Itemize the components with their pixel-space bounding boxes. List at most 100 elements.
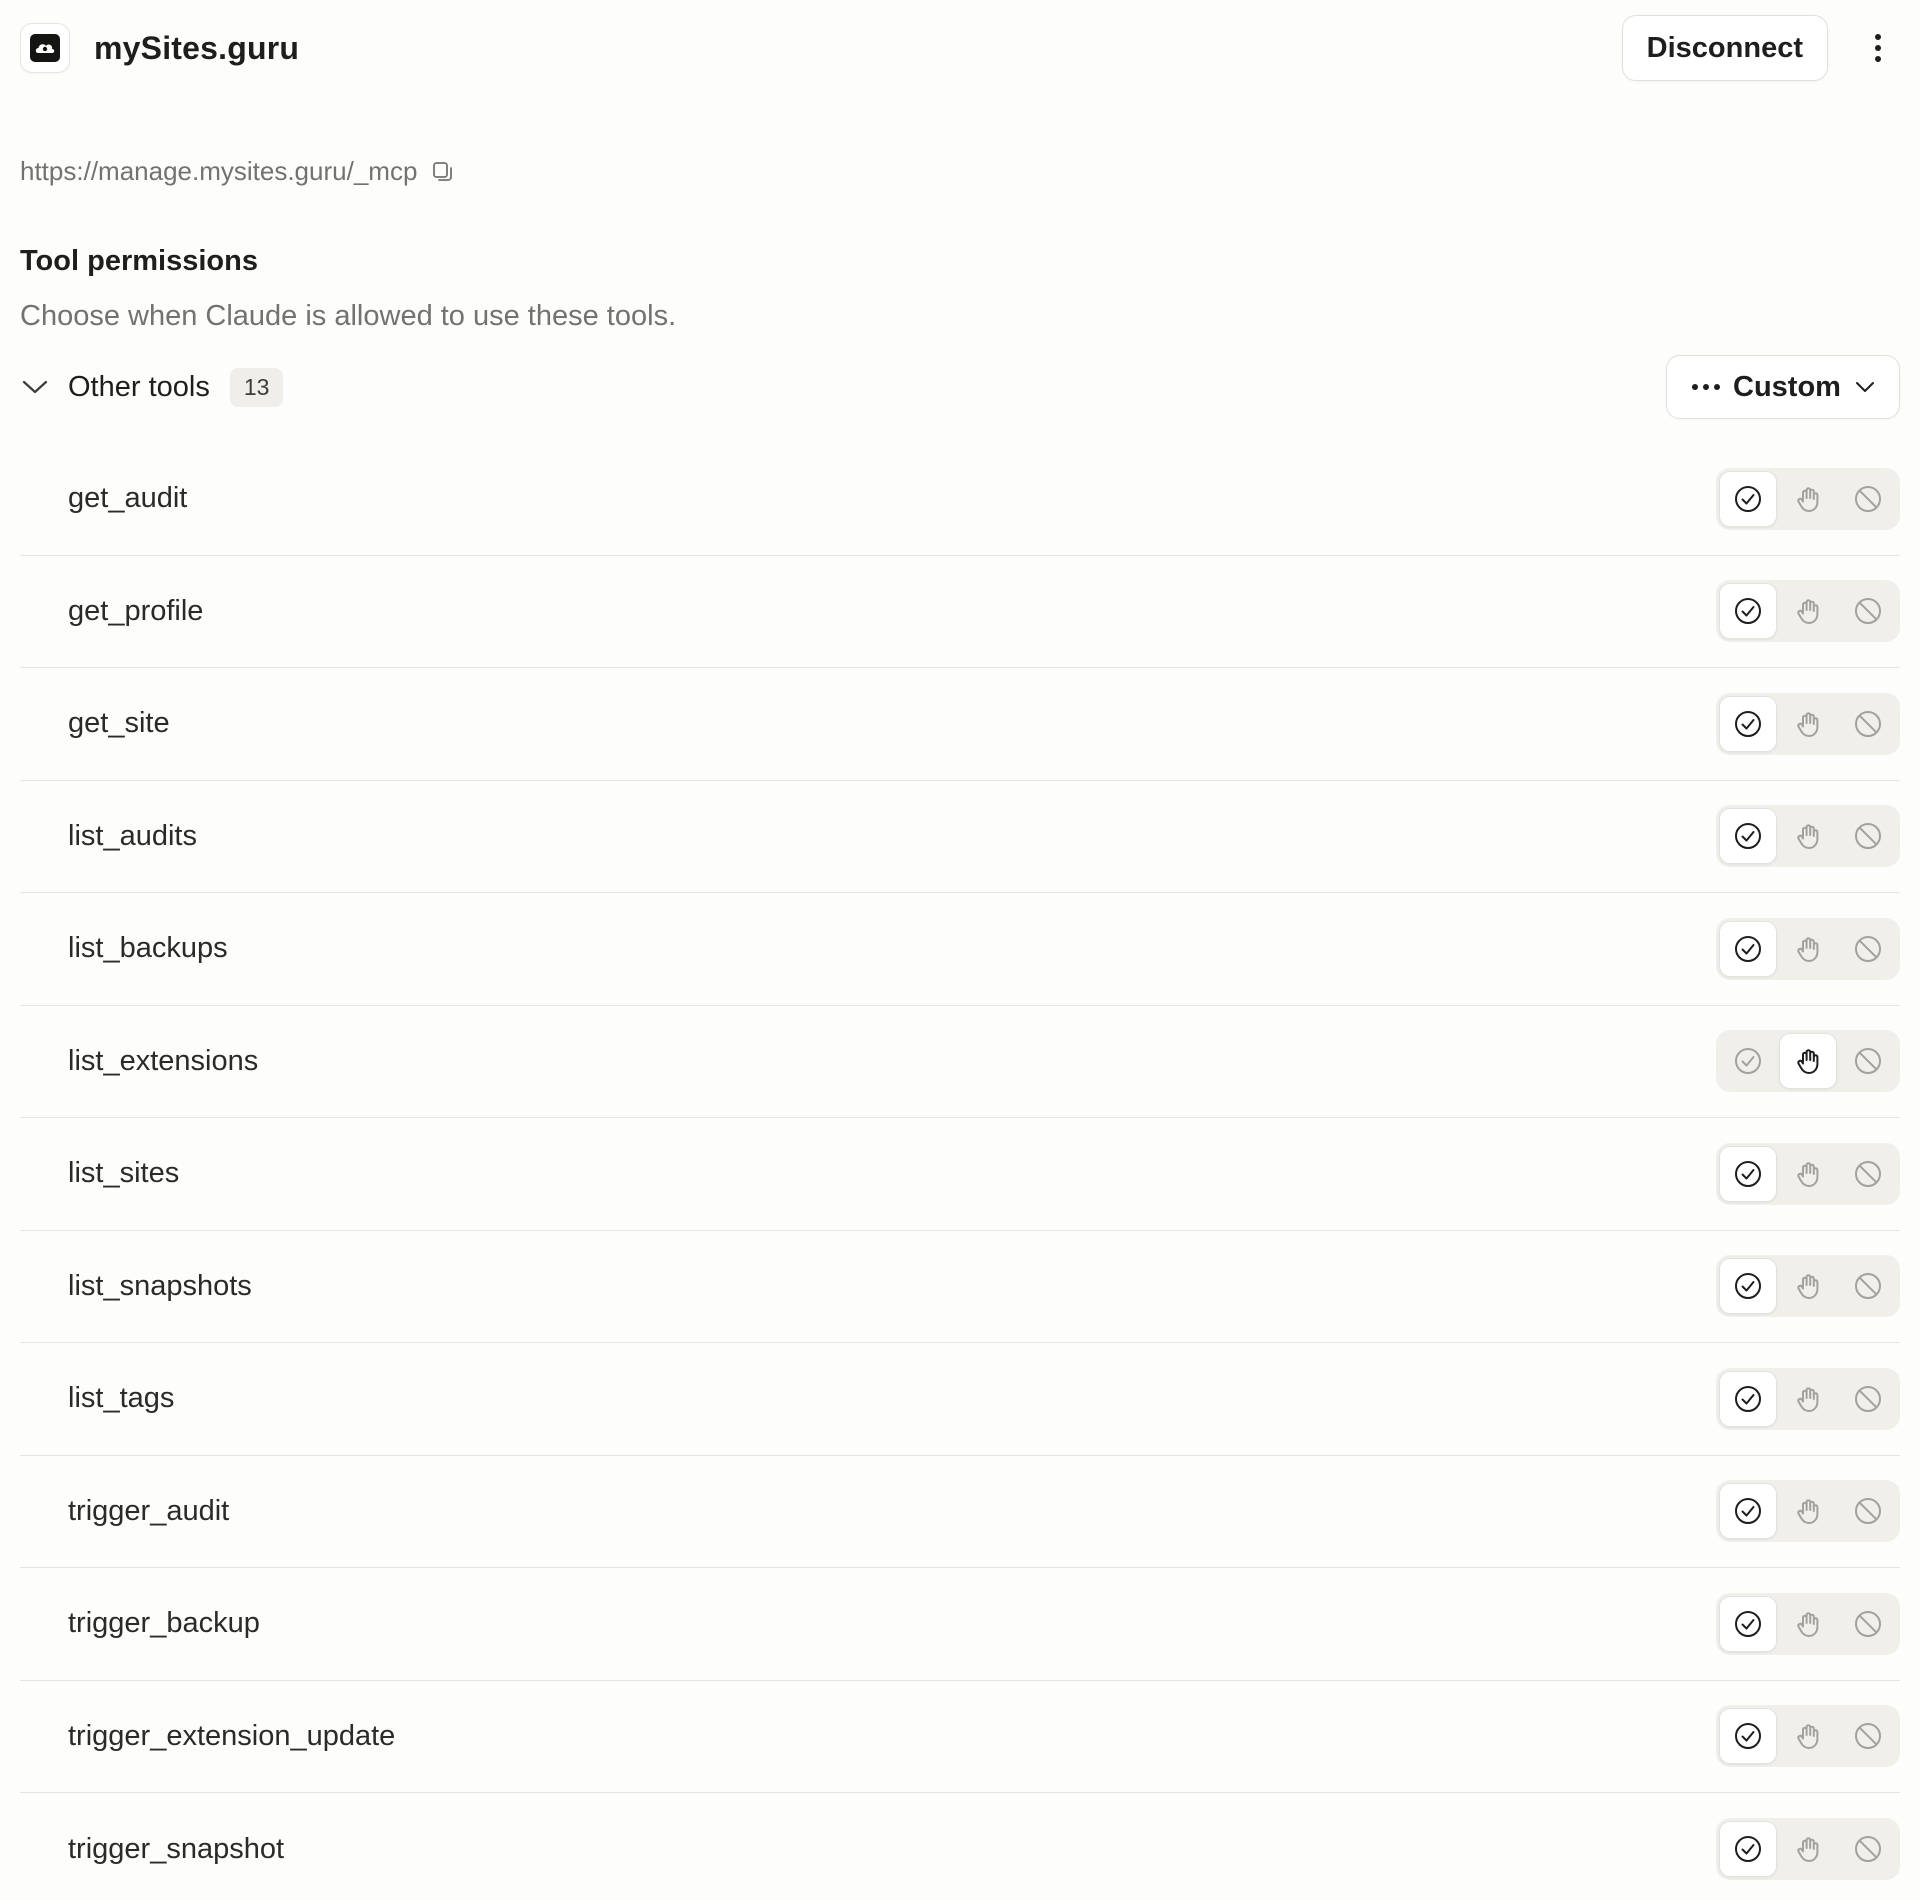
needs-approval-button[interactable]: [1779, 1708, 1837, 1764]
check-circle-icon: [1733, 1384, 1763, 1414]
copy-icon[interactable]: [431, 160, 455, 184]
disconnect-button[interactable]: Disconnect: [1621, 15, 1828, 81]
permission-toggle-group: [1716, 917, 1900, 980]
always-allow-button[interactable]: [1719, 1033, 1777, 1089]
tool-name: get_profile: [68, 594, 204, 627]
tool-name: trigger_snapshot: [68, 1832, 285, 1865]
needs-approval-button[interactable]: [1779, 921, 1837, 977]
always-allow-button[interactable]: [1719, 1708, 1777, 1765]
permission-mode-label: Custom: [1733, 370, 1841, 403]
needs-approval-button[interactable]: [1779, 1371, 1837, 1427]
block-button[interactable]: [1839, 1596, 1897, 1652]
tool-row: trigger_backup: [20, 1568, 1900, 1681]
block-icon: [1853, 1271, 1883, 1301]
section-title: Tool permissions: [20, 245, 258, 277]
block-button[interactable]: [1839, 1371, 1897, 1427]
hand-icon: [1793, 484, 1823, 514]
block-button[interactable]: [1839, 1033, 1897, 1089]
block-icon: [1853, 1046, 1883, 1076]
hand-icon: [1793, 821, 1823, 851]
block-icon: [1853, 1834, 1883, 1864]
needs-approval-button[interactable]: [1779, 1483, 1837, 1539]
hand-icon: [1793, 1834, 1823, 1864]
tool-row: get_site: [20, 668, 1900, 781]
tool-row: get_audit: [20, 443, 1900, 556]
block-button[interactable]: [1839, 921, 1897, 977]
header: mySites.guru Disconnect: [20, 15, 1900, 81]
block-button[interactable]: [1839, 583, 1897, 639]
permission-toggle-group: [1716, 1367, 1900, 1430]
permission-mode-dropdown[interactable]: Custom: [1666, 355, 1900, 419]
needs-approval-button[interactable]: [1779, 1821, 1837, 1877]
block-icon: [1853, 1721, 1883, 1751]
connector-settings-page: mySites.guru Disconnect https://manage.m…: [0, 0, 1920, 1900]
needs-approval-button[interactable]: [1779, 1033, 1837, 1090]
permission-toggle-group: [1716, 1142, 1900, 1205]
tool-group-header: Other tools 13 Custom: [20, 355, 1900, 419]
always-allow-button[interactable]: [1719, 1595, 1777, 1652]
always-allow-button[interactable]: [1719, 1821, 1777, 1878]
hand-icon: [1793, 1271, 1823, 1301]
check-circle-icon: [1733, 484, 1763, 514]
check-circle-icon: [1733, 1609, 1763, 1639]
needs-approval-button[interactable]: [1779, 808, 1837, 864]
block-button[interactable]: [1839, 471, 1897, 527]
permission-toggle-group: [1716, 467, 1900, 530]
tool-row: list_snapshots: [20, 1231, 1900, 1343]
check-circle-icon: [1733, 1271, 1763, 1301]
always-allow-button[interactable]: [1719, 1483, 1777, 1540]
hand-icon: [1793, 1721, 1823, 1751]
always-allow-button[interactable]: [1719, 470, 1777, 527]
block-button[interactable]: [1839, 1821, 1897, 1877]
app-logo: [20, 23, 70, 73]
block-button[interactable]: [1839, 1708, 1897, 1764]
more-options-button[interactable]: [1858, 24, 1898, 72]
needs-approval-button[interactable]: [1779, 1258, 1837, 1314]
tool-name: get_audit: [68, 482, 188, 515]
cloud-logo-icon: [30, 34, 60, 62]
always-allow-button[interactable]: [1719, 1258, 1777, 1315]
always-allow-button[interactable]: [1719, 583, 1777, 640]
permission-toggle-group: [1716, 580, 1900, 643]
header-actions: Disconnect: [1621, 15, 1900, 81]
tool-name: get_site: [68, 707, 170, 740]
always-allow-button[interactable]: [1719, 920, 1777, 977]
hand-icon: [1793, 709, 1823, 739]
always-allow-button[interactable]: [1719, 1145, 1777, 1202]
needs-approval-button[interactable]: [1779, 583, 1837, 639]
chevron-down-icon[interactable]: [20, 372, 50, 402]
block-button[interactable]: [1839, 1258, 1897, 1314]
needs-approval-button[interactable]: [1779, 696, 1837, 752]
check-circle-icon: [1733, 1834, 1763, 1864]
more-horizontal-icon: [1692, 384, 1721, 390]
hand-icon: [1793, 934, 1823, 964]
block-button[interactable]: [1839, 808, 1897, 864]
tool-row: list_tags: [20, 1343, 1900, 1456]
hand-icon: [1793, 596, 1823, 626]
block-icon: [1853, 1496, 1883, 1526]
server-url: https://manage.mysites.guru/_mcp: [20, 156, 418, 186]
group-label: Other tools: [68, 370, 210, 403]
always-allow-button[interactable]: [1719, 808, 1777, 865]
always-allow-button[interactable]: [1719, 695, 1777, 752]
block-button[interactable]: [1839, 696, 1897, 752]
needs-approval-button[interactable]: [1779, 1146, 1837, 1202]
hand-icon: [1793, 1496, 1823, 1526]
check-circle-icon: [1733, 1046, 1763, 1076]
needs-approval-button[interactable]: [1779, 471, 1837, 527]
group-toggle[interactable]: Other tools 13: [20, 367, 284, 407]
hand-icon: [1793, 1609, 1823, 1639]
block-icon: [1853, 1609, 1883, 1639]
check-circle-icon: [1733, 709, 1763, 739]
needs-approval-button[interactable]: [1779, 1596, 1837, 1652]
more-vertical-icon: [1875, 34, 1881, 62]
permission-toggle-group: [1716, 1480, 1900, 1543]
tool-name: list_snapshots: [68, 1269, 252, 1302]
tool-name: trigger_audit: [68, 1494, 230, 1527]
block-button[interactable]: [1839, 1483, 1897, 1539]
always-allow-button[interactable]: [1719, 1370, 1777, 1427]
block-button[interactable]: [1839, 1146, 1897, 1202]
chevron-down-icon: [1855, 382, 1874, 392]
server-url-row: https://manage.mysites.guru/_mcp: [20, 156, 455, 187]
check-circle-icon: [1733, 821, 1763, 851]
